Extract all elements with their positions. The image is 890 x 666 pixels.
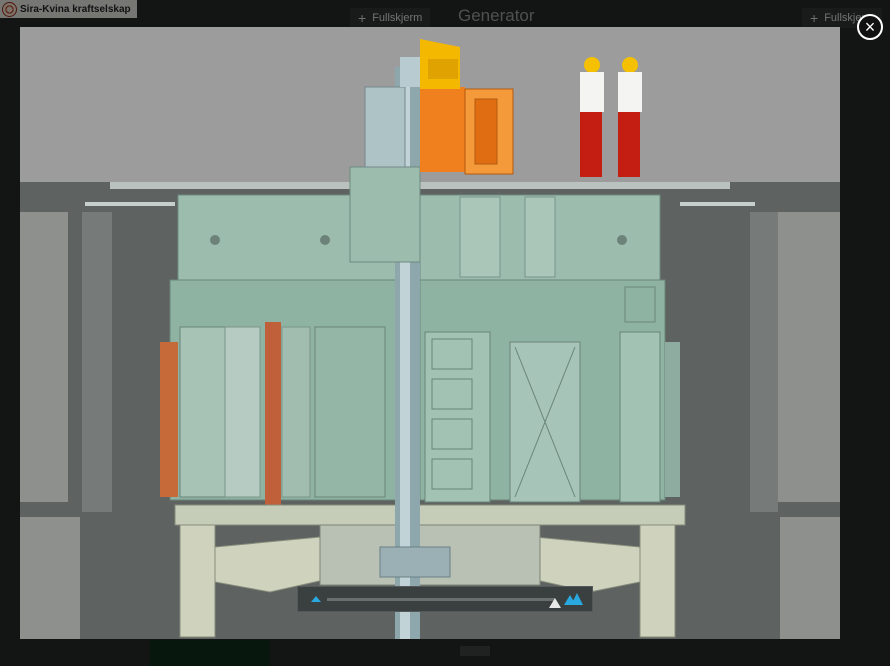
zoom-slider-thumb[interactable] <box>549 598 561 608</box>
close-button[interactable]: × <box>857 14 883 40</box>
zoom-out-icon[interactable] <box>311 596 321 602</box>
zoom-in-icon[interactable] <box>564 593 584 605</box>
generator-illustration <box>20 27 840 639</box>
zoom-slider-track[interactable] <box>327 598 555 601</box>
image-lightbox <box>20 27 840 639</box>
zoom-control[interactable] <box>297 586 593 612</box>
close-icon: × <box>864 17 876 37</box>
